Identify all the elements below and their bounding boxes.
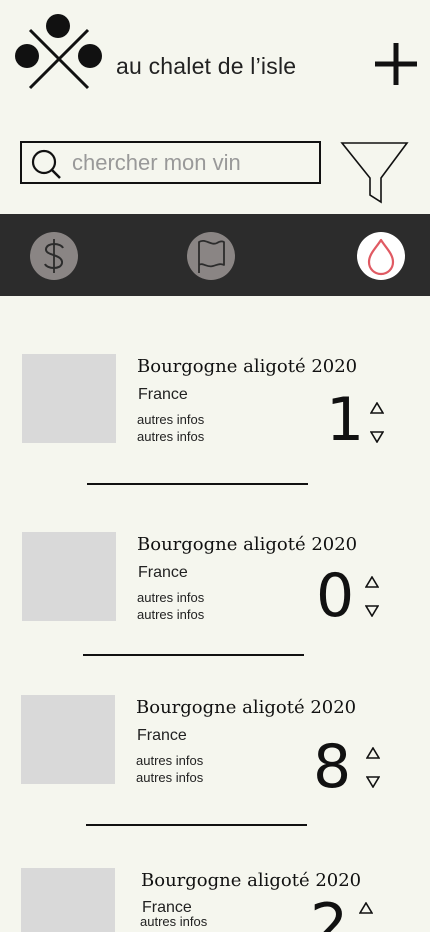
increase-quantity-button[interactable] [359, 902, 373, 914]
wine-info: autres infos [137, 412, 205, 427]
tab-region[interactable] [187, 232, 235, 280]
decrease-quantity-button[interactable] [366, 776, 380, 788]
wine-quantity: 2 [310, 891, 349, 932]
item-divider [87, 483, 308, 485]
triangle-down-icon [370, 431, 384, 443]
flag-icon [198, 239, 225, 273]
decrease-quantity-button[interactable] [370, 431, 384, 443]
triangle-up-icon [359, 902, 373, 914]
triangle-up-icon [365, 576, 379, 588]
logo-icon [15, 14, 102, 90]
wine-info: autres infos [137, 429, 205, 444]
triangle-up-icon [366, 747, 380, 759]
search-input[interactable] [72, 145, 312, 180]
search-bar[interactable] [20, 141, 321, 184]
wine-name: Bourgogne aligoté 2020 [141, 870, 362, 891]
brand-name: au chalet de l’isle [116, 53, 297, 79]
dollar-icon [44, 239, 64, 273]
wine-item[interactable]: Bourgogne aligoté 2020 France autres inf… [0, 868, 430, 932]
decrease-quantity-button[interactable] [365, 605, 379, 617]
wine-item[interactable]: Bourgogne aligoté 2020 France autres inf… [0, 354, 430, 494]
wine-thumbnail [22, 354, 116, 443]
filter-button[interactable] [340, 140, 410, 206]
triangle-down-icon [365, 605, 379, 617]
wine-quantity: 0 [316, 561, 355, 631]
increase-quantity-button[interactable] [365, 576, 379, 588]
increase-quantity-button[interactable] [366, 747, 380, 759]
category-tabs [0, 214, 430, 296]
wine-info: autres infos [140, 914, 208, 929]
wine-name: Bourgogne aligoté 2020 [137, 534, 358, 555]
add-wine-button[interactable] [372, 40, 420, 88]
app-header: au chalet de l’isle [0, 0, 430, 130]
wine-quantity: 1 [326, 385, 365, 455]
tab-color[interactable] [357, 232, 405, 280]
increase-quantity-button[interactable] [370, 402, 384, 414]
triangle-down-icon [366, 776, 380, 788]
wine-country: France [137, 727, 187, 744]
wine-name: Bourgogne aligoté 2020 [136, 697, 357, 718]
plus-icon [375, 43, 417, 85]
wine-item[interactable]: Bourgogne aligoté 2020 France autres inf… [0, 695, 430, 835]
wine-country: France [138, 564, 188, 581]
tab-price[interactable] [30, 232, 78, 280]
item-divider [86, 824, 307, 826]
wine-name: Bourgogne aligoté 2020 [137, 356, 358, 377]
wine-thumbnail [21, 695, 115, 784]
wine-quantity: 8 [313, 732, 352, 802]
wine-info: autres infos [137, 590, 205, 605]
wine-country: France [138, 386, 188, 403]
wine-item[interactable]: Bourgogne aligoté 2020 France autres inf… [0, 532, 430, 672]
search-icon [31, 149, 61, 179]
funnel-icon [340, 142, 409, 204]
wine-info: autres infos [136, 770, 204, 785]
wine-info: autres infos [137, 607, 205, 622]
triangle-up-icon [370, 402, 384, 414]
wine-info: autres infos [136, 753, 204, 768]
wine-thumbnail [22, 532, 116, 621]
wine-thumbnail [21, 868, 115, 932]
item-divider [83, 654, 304, 656]
drop-icon [367, 238, 395, 276]
